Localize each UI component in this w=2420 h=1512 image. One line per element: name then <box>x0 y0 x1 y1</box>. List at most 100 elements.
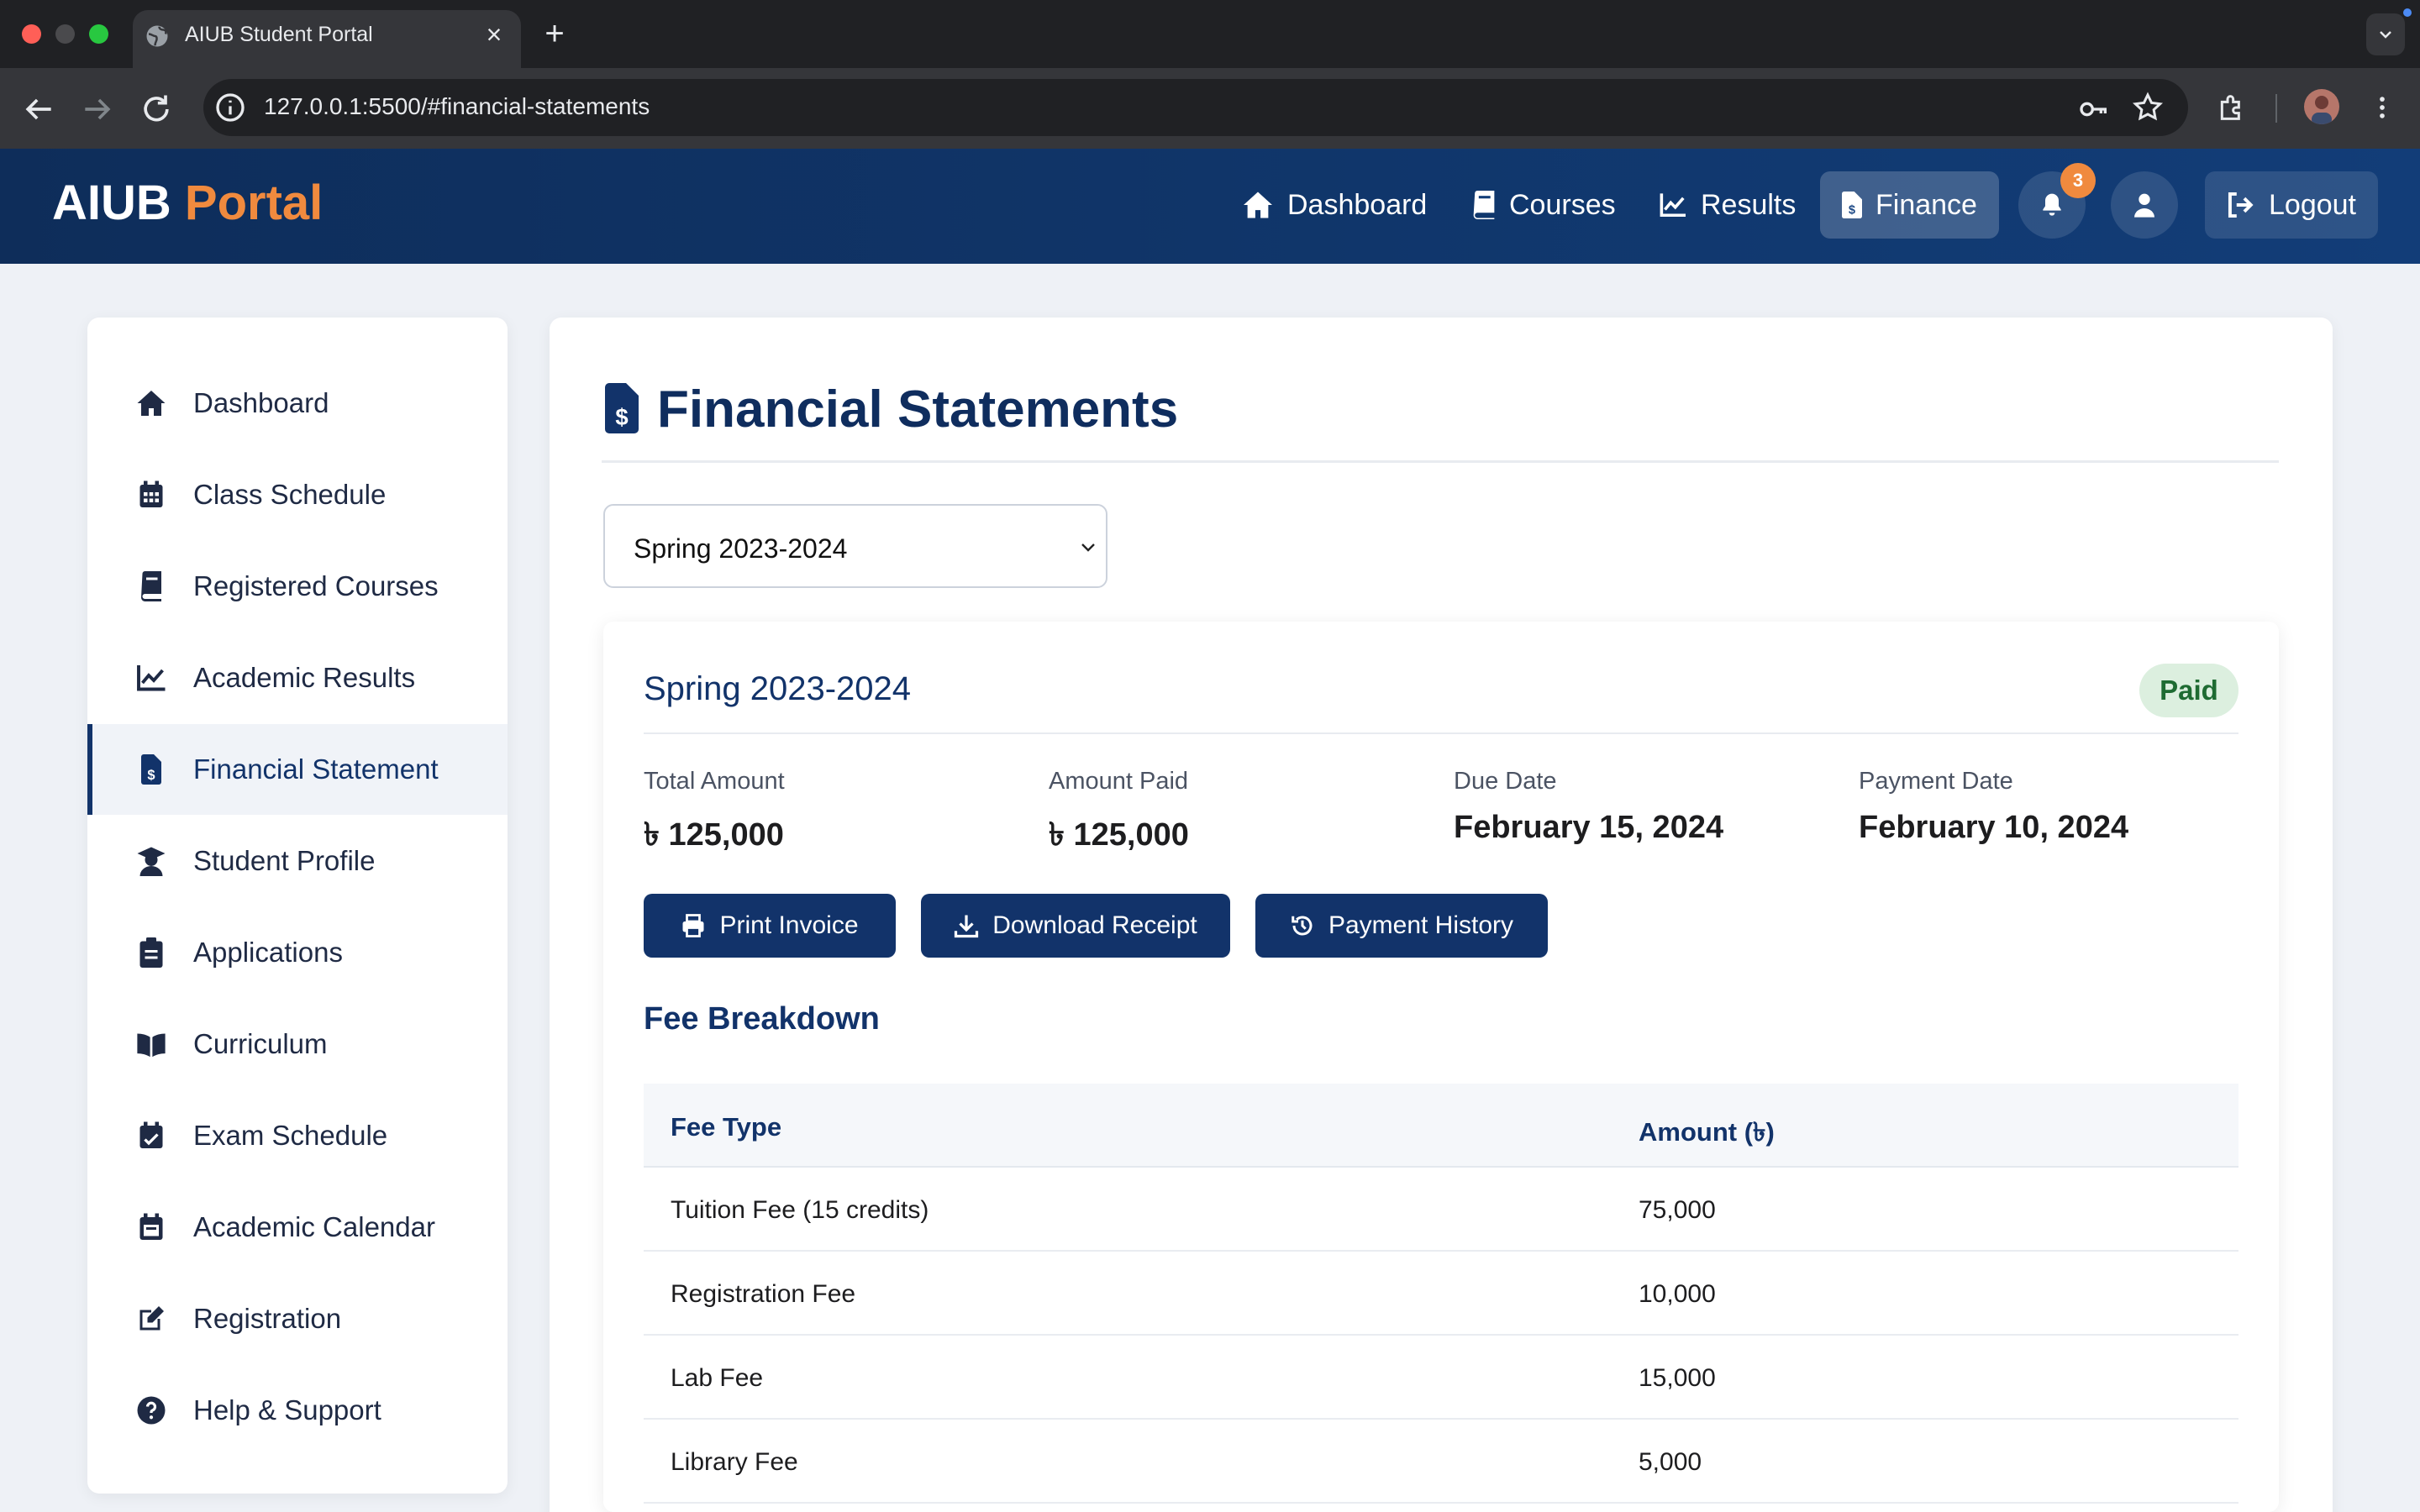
sidebar: Dashboard Class Schedule Registered Cour… <box>87 318 508 1494</box>
update-dot-icon <box>2403 8 2412 17</box>
chevron-down-icon <box>1081 543 1095 552</box>
fee-type-cell: Library Fee <box>671 1448 798 1476</box>
invoice-dollar-icon: $ <box>1842 192 1862 218</box>
sidebar-item-academic-calendar[interactable]: Academic Calendar <box>87 1182 508 1273</box>
invoice-dollar-icon: $ <box>605 383 639 433</box>
total-amount-value: ৳ 125,000 <box>644 817 784 853</box>
nav-dashboard[interactable]: Dashboard <box>1220 171 1449 239</box>
url-text[interactable]: 127.0.0.1:5500/#financial-statements <box>264 93 650 120</box>
nav-results[interactable]: Results <box>1637 171 1818 239</box>
nav-courses[interactable]: Courses <box>1450 171 1638 239</box>
logout-icon <box>2228 192 2254 218</box>
home-icon <box>137 391 166 416</box>
download-receipt-button[interactable]: Download Receipt <box>921 894 1230 958</box>
payment-date-label: Payment Date <box>1859 768 2013 795</box>
sidebar-item-academic-results[interactable]: Academic Results <box>87 633 508 723</box>
due-date-value: February 15, 2024 <box>1454 810 1724 845</box>
column-header-fee-type: Fee Type <box>671 1112 782 1142</box>
tab-search-button[interactable] <box>2366 13 2405 55</box>
reload-icon[interactable] <box>138 91 175 128</box>
brand-main: AIUB <box>52 176 171 230</box>
window-minimize-button[interactable] <box>55 24 75 44</box>
logout-button[interactable]: Logout <box>2205 171 2378 239</box>
print-invoice-label: Print Invoice <box>719 911 859 939</box>
statement-term: Spring 2023-2024 <box>644 670 912 707</box>
amount-cell: 15,000 <box>1639 1364 1716 1392</box>
sidebar-item-class-schedule[interactable]: Class Schedule <box>87 449 508 540</box>
sidebar-item-label: Exam Schedule <box>193 1120 388 1151</box>
sidebar-item-label: Registration <box>193 1303 342 1334</box>
tab-close-icon[interactable]: × <box>481 18 508 50</box>
nav-finance[interactable]: $ Finance <box>1820 171 1999 239</box>
amount-cell: 5,000 <box>1639 1448 1702 1476</box>
amount-paid-label: Amount Paid <box>1049 768 1189 795</box>
sidebar-item-label: Academic Results <box>193 662 416 693</box>
bookmark-star-icon[interactable] <box>2131 91 2165 124</box>
notification-count-badge: 3 <box>2060 163 2096 198</box>
sidebar-item-registration[interactable]: Registration <box>87 1273 508 1364</box>
sidebar-item-dashboard[interactable]: Dashboard <box>87 358 508 449</box>
open-book-icon <box>137 1033 166 1058</box>
payment-history-button[interactable]: Payment History <box>1255 894 1548 958</box>
sidebar-item-exam-schedule[interactable]: Exam Schedule <box>87 1090 508 1181</box>
logout-label: Logout <box>2269 188 2356 221</box>
site-info-icon[interactable] <box>213 91 247 124</box>
nav-finance-label: Finance <box>1876 188 1977 221</box>
invoice-dollar-icon: $ <box>141 754 161 785</box>
sidebar-item-label: Registered Courses <box>193 570 439 601</box>
bell-icon <box>2043 193 2061 216</box>
password-key-icon[interactable] <box>2077 92 2111 126</box>
fee-breakdown-title: Fee Breakdown <box>644 1001 880 1037</box>
fee-type-cell: Registration Fee <box>671 1280 856 1308</box>
statement-divider <box>644 732 2238 734</box>
toolbar-divider <box>2275 94 2277 123</box>
total-amount-label: Total Amount <box>644 768 785 795</box>
profile-button[interactable] <box>2111 171 2178 239</box>
fee-type-cell: Lab Fee <box>671 1364 764 1392</box>
brand-accent: Portal <box>184 176 324 230</box>
sidebar-item-applications[interactable]: Applications <box>87 907 508 998</box>
window-zoom-button[interactable] <box>89 24 108 44</box>
print-invoice-button[interactable]: Print Invoice <box>644 894 896 958</box>
profile-avatar[interactable] <box>2304 89 2339 124</box>
calendar-grid-icon <box>139 480 163 507</box>
download-receipt-label: Download Receipt <box>992 911 1197 939</box>
term-select[interactable]: Spring 2023-2024 <box>603 504 1107 588</box>
sidebar-item-student-profile[interactable]: Student Profile <box>87 816 508 906</box>
window-close-button[interactable] <box>22 24 41 44</box>
table-row: Registration Fee 10,000 <box>644 1252 2238 1336</box>
sidebar-item-help-support[interactable]: Help & Support <box>87 1365 508 1456</box>
term-select-value: Spring 2023-2024 <box>634 533 848 564</box>
sidebar-item-label: Help & Support <box>193 1394 381 1425</box>
sidebar-item-label: Curriculum <box>193 1028 328 1059</box>
forward-arrow-icon[interactable] <box>79 91 116 128</box>
back-arrow-icon[interactable] <box>20 91 57 128</box>
calendar-check-icon <box>139 1121 163 1148</box>
sidebar-item-label: Student Profile <box>193 845 376 876</box>
portal-logo[interactable]: AIUB Portal <box>52 175 323 231</box>
user-icon <box>2134 193 2154 218</box>
sidebar-item-curriculum[interactable]: Curriculum <box>87 999 508 1089</box>
payment-date-value: February 10, 2024 <box>1859 810 2129 845</box>
line-chart-icon <box>1660 193 1686 218</box>
sidebar-item-label: Class Schedule <box>193 479 387 510</box>
sidebar-item-registered-courses[interactable]: Registered Courses <box>87 541 508 632</box>
title-divider <box>602 460 2279 463</box>
column-header-amount: Amount (৳) <box>1639 1117 1775 1147</box>
payment-history-label: Payment History <box>1328 911 1514 939</box>
new-tab-icon[interactable]: + <box>538 15 571 52</box>
browser-menu-icon[interactable] <box>2368 91 2396 124</box>
svg-text:$: $ <box>615 404 628 430</box>
sidebar-item-label: Dashboard <box>193 387 329 418</box>
sidebar-item-financial-statement[interactable]: $ Financial Statement <box>87 724 508 815</box>
table-header: Fee Type Amount (৳) <box>644 1084 2238 1168</box>
extensions-puzzle-icon[interactable] <box>2215 91 2249 124</box>
svg-text:$: $ <box>147 768 155 783</box>
sidebar-item-label: Academic Calendar <box>193 1211 435 1242</box>
graduate-icon <box>137 847 166 876</box>
book-icon <box>1473 191 1495 219</box>
chevron-down-icon <box>2380 31 2391 39</box>
page-title: Financial Statements <box>657 381 1179 438</box>
printer-icon <box>682 914 704 937</box>
download-icon <box>955 915 979 938</box>
